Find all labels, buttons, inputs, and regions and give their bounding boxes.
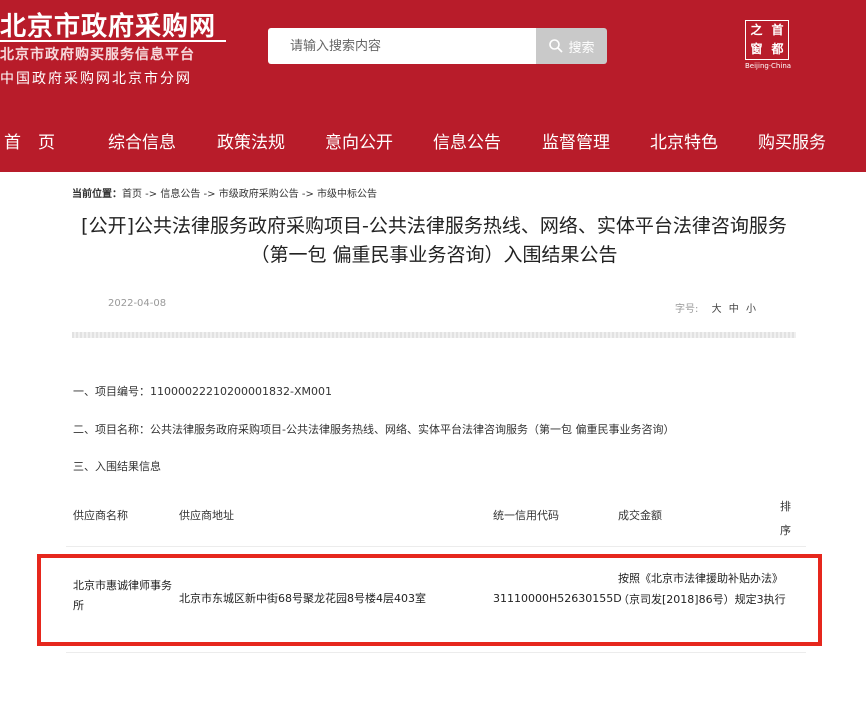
site-subtitle: 北京市政府购买服务信息平台 (0, 47, 195, 63)
capital-window-emblem[interactable]: 之 首 窗 都 Beijing·China (745, 20, 792, 72)
nav-item-announcements[interactable]: 信息公告 (433, 128, 501, 153)
col-header-supplier-address: 供应商地址 (179, 509, 234, 522)
font-size-medium[interactable]: 中 (729, 304, 739, 315)
nav-item-purchase-services[interactable]: 购买服务 (758, 128, 826, 153)
breadcrumb: 当前位置：首页 -> 信息公告 -> 市级政府采购公告 -> 市级中标公告 (72, 185, 377, 200)
search-button[interactable]: 搜索 (536, 28, 607, 64)
nav-item-beijing-features[interactable]: 北京特色 (650, 128, 718, 153)
nav-item-home[interactable]: 首 页 (4, 128, 55, 153)
emblem-char: 都 (771, 42, 784, 56)
site-logo[interactable]: 北京市政府采购网 (0, 6, 216, 43)
emblem-char: 窗 (750, 42, 763, 56)
breadcrumb-label: 当前位置： (72, 189, 122, 200)
col-header-supplier-name: 供应商名称 (73, 509, 128, 522)
nav-item-supervision[interactable]: 监督管理 (542, 128, 610, 153)
site-header: 北京市政府采购网 北京市政府购买服务信息平台 中国政府采购网北京市分网 搜索 之… (0, 0, 866, 172)
nav-item-general-info[interactable]: 综合信息 (108, 128, 176, 153)
emblem-box: 之 首 窗 都 (745, 20, 789, 60)
emblem-char: 之 (750, 23, 763, 37)
col-header-amount: 成交金额 (618, 509, 662, 522)
result-section-heading: 三、入围结果信息 (73, 460, 161, 473)
nav-item-intentions[interactable]: 意向公开 (325, 128, 393, 153)
breadcrumb-path[interactable]: 首页 -> 信息公告 -> 市级政府采购公告 -> 市级中标公告 (122, 189, 377, 200)
project-name: 二、项目名称：公共法律服务政府采购项目-公共法律服务热线、网络、实体平台法律咨询… (73, 423, 675, 436)
site-subtitle-2: 中国政府采购网北京市分网 (0, 71, 192, 87)
article-title: [公开]公共法律服务政府采购项目-公共法律服务热线、网络、实体平台法律咨询服务（… (81, 215, 787, 266)
font-size-large[interactable]: 大 (712, 304, 722, 315)
col-header-rank: 排序 (780, 500, 791, 537)
row-separator (66, 546, 806, 547)
emblem-caption: Beijing·China (745, 62, 792, 70)
search-icon (549, 39, 564, 53)
nav-item-policies[interactable]: 政策法规 (217, 128, 285, 153)
main-nav: 首 页 综合信息 政策法规 意向公开 信息公告 监督管理 北京特色 购买服务 (0, 120, 866, 160)
font-size-control: 字号: 大 中 小 (675, 300, 756, 315)
font-size-label: 字号: (675, 304, 699, 315)
highlight-box (37, 554, 822, 646)
row-separator (66, 652, 806, 653)
search-button-label: 搜索 (568, 40, 595, 56)
search-input[interactable] (268, 28, 536, 64)
font-size-small[interactable]: 小 (746, 304, 756, 315)
publish-date: 2022-04-08 (108, 298, 167, 309)
col-header-credit-code: 统一信用代码 (493, 509, 559, 522)
content-divider (72, 332, 796, 338)
emblem-char: 首 (771, 23, 784, 37)
project-number: 一、项目编号：11000022210200001832-XM001 (73, 385, 332, 398)
logo-divider (0, 40, 226, 42)
